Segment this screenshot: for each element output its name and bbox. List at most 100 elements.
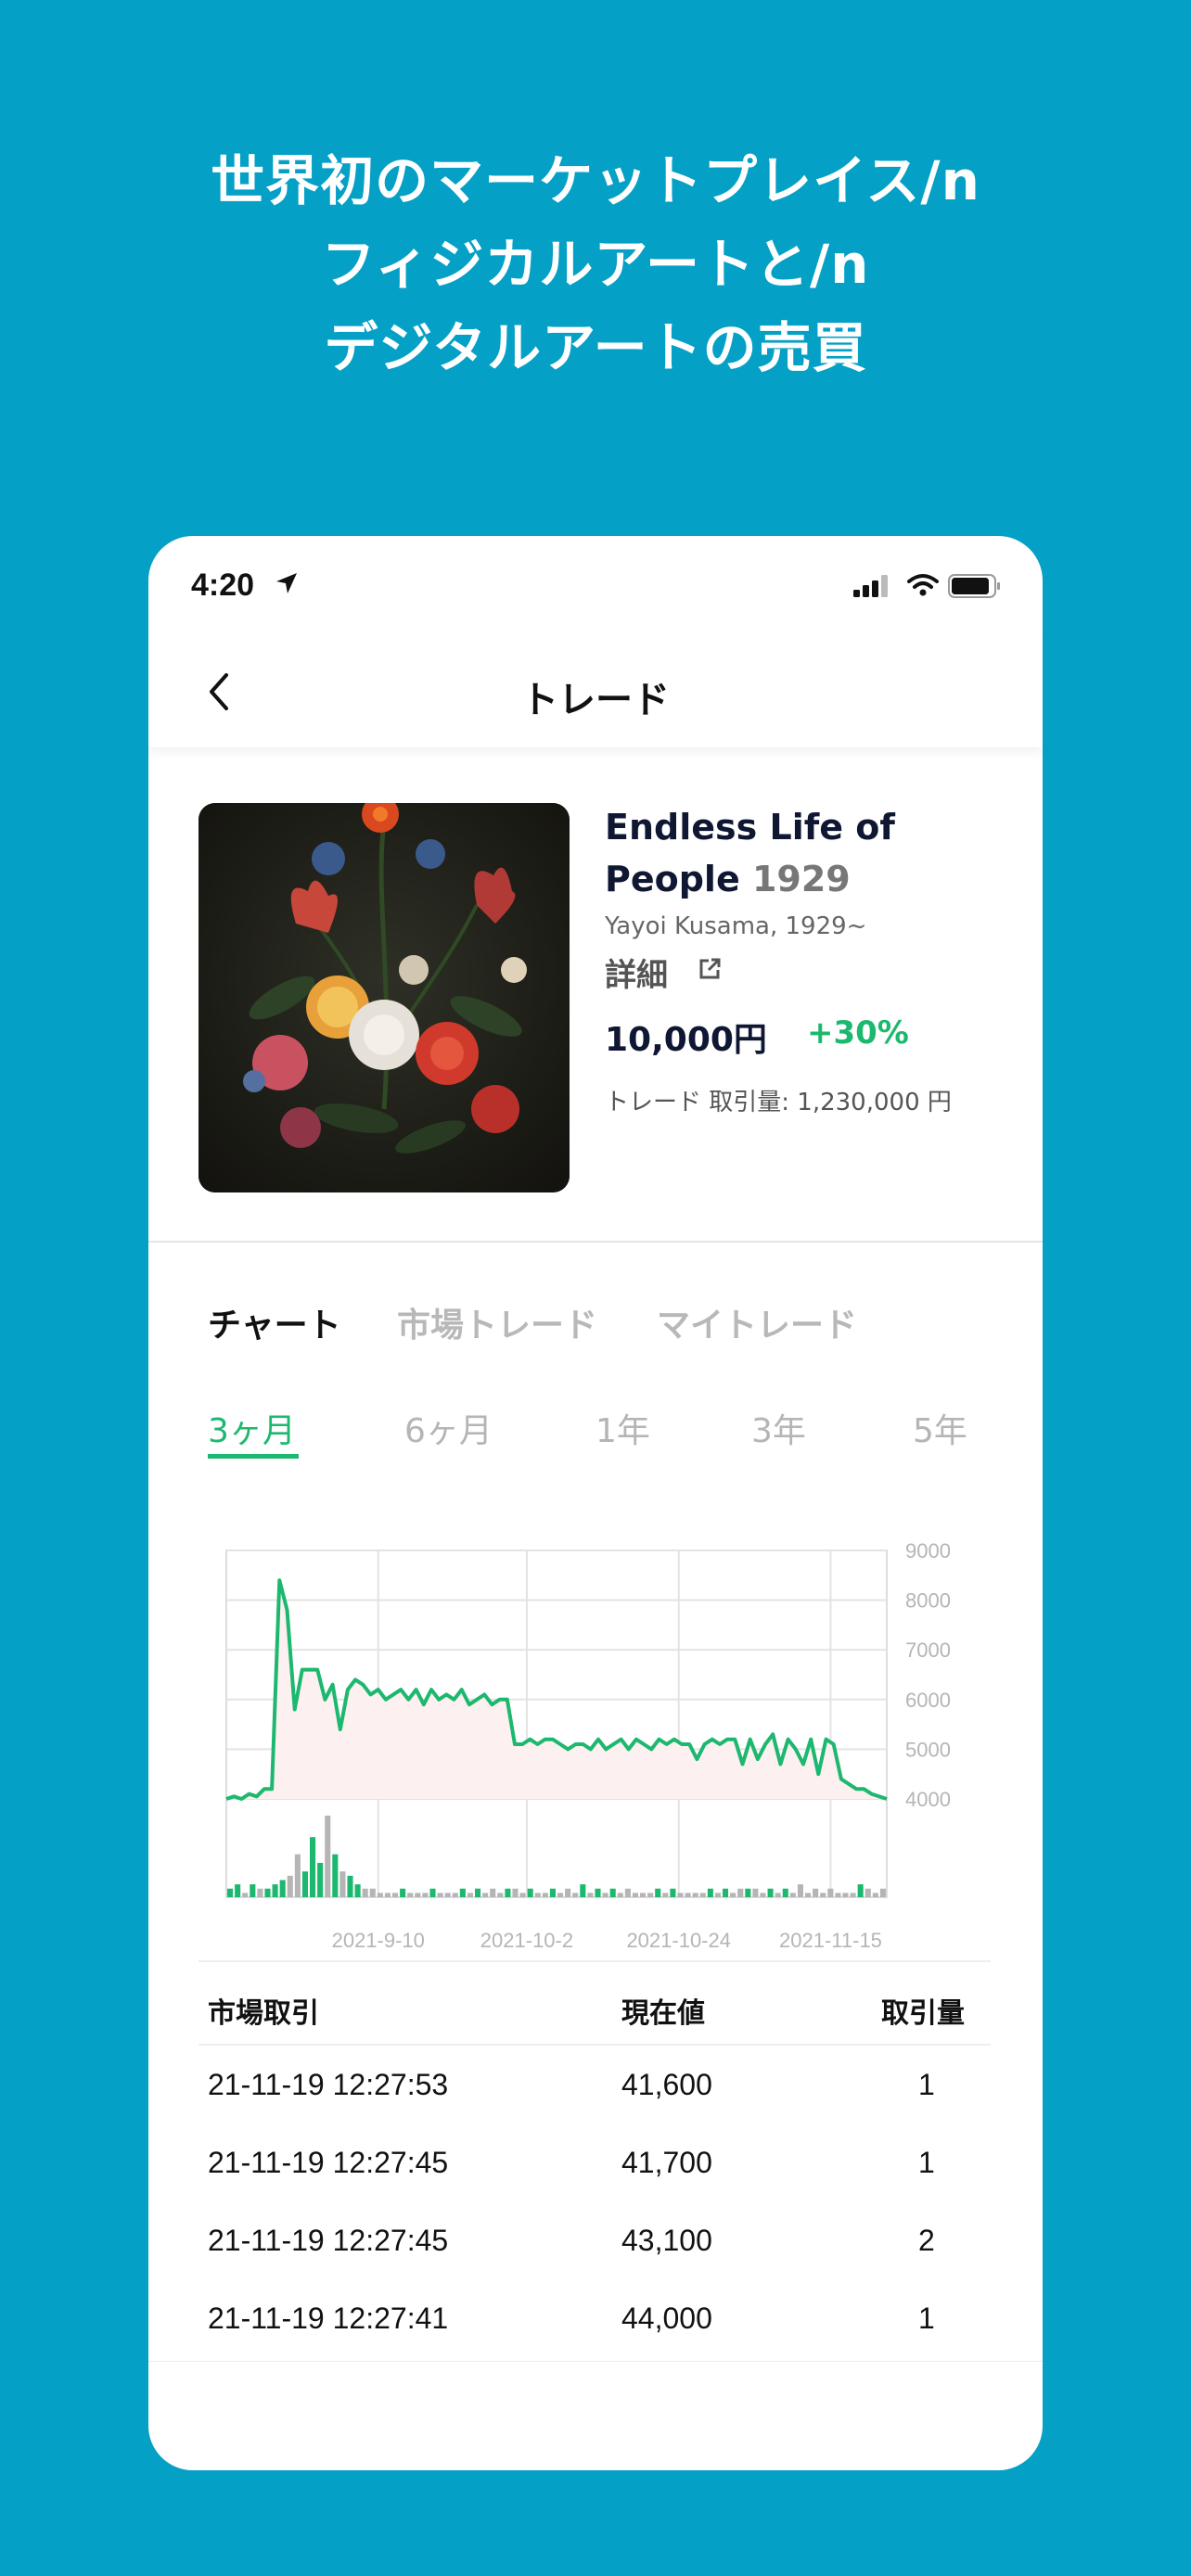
volume-bar: [534, 1893, 541, 1897]
phone-screen: 4:20 トレード Endless Life of People 1929 Ya…: [148, 536, 1043, 2470]
volume-bar: [384, 1893, 391, 1897]
volume-bar: [392, 1893, 399, 1897]
price-chart[interactable]: 9000 8000 7000 6000 5000 4000 2021-9-10 2021-10…: [148, 1491, 1043, 1955]
volume-bar: [250, 1884, 256, 1897]
volume-bar: [497, 1893, 504, 1897]
row-datetime: 21-11-19 12:27:41: [208, 2302, 449, 2335]
tab-market-trade[interactable]: 市場トレード: [397, 1298, 597, 1346]
volume-bar: [737, 1888, 744, 1897]
location-arrow-icon: [276, 573, 297, 593]
headline-line-3: デジタルアートの売買: [324, 316, 867, 379]
volume-bar: [400, 1888, 406, 1897]
volume-bar: [685, 1893, 691, 1897]
wifi-icon: [907, 574, 939, 596]
volume-bar: [699, 1893, 706, 1897]
volume-bar: [294, 1854, 301, 1897]
volume-bar: [272, 1884, 278, 1897]
volume-bar: [347, 1875, 353, 1897]
volume-bar: [429, 1888, 436, 1897]
volume-bar: [257, 1888, 263, 1897]
volume-bar: [301, 1871, 308, 1897]
range-5y[interactable]: 5年: [913, 1404, 967, 1452]
row-price: 41,600: [621, 2068, 712, 2101]
nav-bar: トレード: [148, 638, 1043, 747]
volume-bar: [587, 1893, 594, 1897]
volume-bar: [549, 1888, 556, 1897]
volume-bar: [745, 1888, 751, 1897]
row-qty: 1: [918, 2302, 935, 2335]
row-datetime: 21-11-19 12:27:45: [208, 2146, 449, 2179]
volume-bar: [264, 1888, 271, 1897]
volume-bar: [452, 1893, 458, 1897]
volume-bar: [602, 1893, 608, 1897]
volume-bar: [813, 1888, 819, 1897]
status-time: 4:20: [191, 567, 255, 603]
volume-bar: [842, 1893, 849, 1897]
price-area: [226, 1580, 887, 1799]
x-tick-label: 2021-10-24: [626, 1929, 731, 1952]
volume-bar: [752, 1888, 759, 1897]
row-qty: 1: [918, 2068, 935, 2101]
y-tick-label: 6000: [905, 1689, 951, 1712]
volume-bar: [415, 1893, 421, 1897]
row-qty: 1: [918, 2146, 935, 2179]
volume-bar: [459, 1888, 466, 1897]
volume-bar: [662, 1893, 669, 1897]
tab-my-trade[interactable]: マイトレード: [657, 1298, 857, 1346]
range-6m[interactable]: 6ヶ月: [404, 1404, 493, 1452]
volume-bar: [572, 1893, 579, 1897]
volume-bar: [805, 1893, 812, 1897]
volume-bar: [354, 1884, 361, 1897]
detail-link[interactable]: 詳細: [605, 950, 668, 995]
row-qty: 2: [918, 2224, 935, 2257]
volume-bar: [580, 1884, 586, 1897]
volume-bar: [820, 1893, 826, 1897]
page-title: トレード: [521, 679, 670, 721]
tab-chart[interactable]: チャート: [208, 1298, 341, 1346]
row-price: 43,100: [621, 2224, 712, 2257]
volume-bar: [287, 1875, 293, 1897]
artwork-title: Endless Life of People 1929: [605, 801, 1004, 905]
volume-bar: [542, 1893, 548, 1897]
table-row: 21-11-19 12:27:45 41,700 1: [148, 2123, 1043, 2201]
volume-bar: [707, 1888, 713, 1897]
y-tick-label: 4000: [905, 1788, 951, 1811]
headline: 世界初のマーケットプレイス/n フィジカルアートと/n デジタルアートの売買: [0, 139, 1191, 389]
volume-bar: [310, 1837, 316, 1897]
volume-bar: [647, 1893, 654, 1897]
divider: [198, 1960, 991, 1962]
artwork-image[interactable]: [198, 803, 570, 1192]
volume-bar: [624, 1888, 631, 1897]
table-header-market: 市場取引: [208, 1997, 319, 2030]
headline-line-2: フィジカルアートと/n: [321, 233, 870, 296]
range-1y[interactable]: 1年: [596, 1404, 650, 1452]
volume-bar: [760, 1893, 766, 1897]
volume-bar: [617, 1893, 623, 1897]
volume-bar: [857, 1884, 864, 1897]
volume-bar: [317, 1862, 324, 1897]
volume-bar: [879, 1888, 886, 1897]
volume-bar: [692, 1893, 698, 1897]
volume-bar: [407, 1893, 414, 1897]
volume-bar: [475, 1888, 481, 1897]
volume-bar: [482, 1893, 489, 1897]
range-3m[interactable]: 3ヶ月: [208, 1404, 296, 1452]
artwork-price: 10,000円: [605, 1021, 767, 1059]
divider: [148, 1241, 1043, 1243]
table-row: 21-11-19 12:27:41 44,000 1: [148, 2279, 1043, 2357]
volume-bar: [279, 1880, 286, 1897]
volume-bar: [714, 1893, 721, 1897]
row-datetime: 21-11-19 12:27:45: [208, 2224, 449, 2257]
range-3y[interactable]: 3年: [751, 1404, 806, 1452]
volume-bar: [490, 1888, 496, 1897]
volume-bar: [782, 1888, 788, 1897]
range-active-underline: [208, 1454, 299, 1459]
table-row: 21-11-19 12:27:45 43,100 2: [148, 2201, 1043, 2279]
divider: [148, 2361, 1043, 2362]
artist-name: Yayoi Kusama, 1929~: [605, 912, 867, 940]
artwork-year: 1929: [751, 859, 851, 899]
volume-bar: [595, 1888, 601, 1897]
volume-bar: [789, 1893, 796, 1897]
external-link-icon[interactable]: [698, 957, 722, 981]
volume-bar: [677, 1893, 684, 1897]
